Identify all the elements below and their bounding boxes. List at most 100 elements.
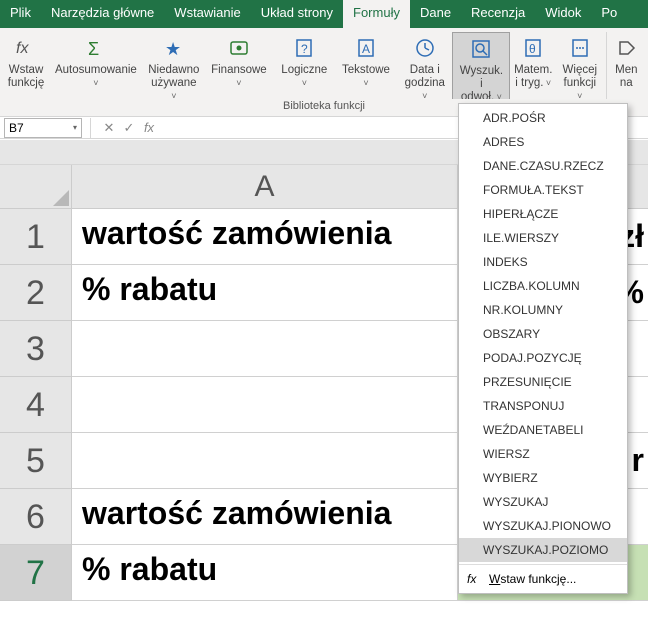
lookup-ref-button[interactable]: Wyszuk. i odwoł.: [452, 32, 510, 106]
dropdown-item[interactable]: WYBIERZ: [459, 466, 627, 490]
recent-button[interactable]: ★ Niedawno używane: [144, 32, 204, 104]
tab-wstawianie[interactable]: Wstawianie: [164, 0, 250, 28]
cell-A4[interactable]: [72, 377, 458, 433]
svg-text:Σ: Σ: [88, 39, 99, 58]
cell-A6[interactable]: wartość zamówienia: [72, 489, 458, 545]
label: używane: [148, 77, 200, 103]
label: Finansowe: [208, 64, 270, 90]
dropdown-item[interactable]: PODAJ.POZYCJĘ: [459, 346, 627, 370]
cell-A3[interactable]: [72, 321, 458, 377]
label: Logiczne: [278, 64, 331, 90]
tab-po[interactable]: Po: [591, 0, 627, 28]
text-icon: A: [352, 34, 380, 62]
tab-widok[interactable]: Widok: [535, 0, 591, 28]
label: Matem.: [514, 64, 552, 77]
label: [364, 90, 367, 103]
tab-formuly[interactable]: Formuły: [343, 0, 410, 28]
dropdown-item[interactable]: ADRES: [459, 130, 627, 154]
label: [237, 90, 240, 103]
clock-icon: [411, 34, 439, 62]
svg-text:fx: fx: [16, 40, 29, 57]
label: Wstaw: [9, 64, 44, 77]
financial-icon: [225, 34, 253, 62]
fx-button[interactable]: fx: [139, 120, 159, 135]
dropdown-item[interactable]: OBSZARY: [459, 322, 627, 346]
label: Więcej: [563, 64, 598, 77]
financial-button[interactable]: Finansowe: [204, 32, 274, 104]
select-all-corner[interactable]: [0, 165, 72, 209]
tab-narzedzia[interactable]: Narzędzia główne: [41, 0, 164, 28]
label: Men: [615, 64, 637, 77]
label: Niedawno: [148, 64, 199, 77]
dropdown-item[interactable]: ADR.POŚR: [459, 106, 627, 130]
more-icon: [566, 34, 594, 62]
dropdown-separator: [459, 564, 627, 565]
label: Wyszuk. i: [457, 65, 505, 91]
dropdown-item[interactable]: DANE.CZASU.RZECZ: [459, 154, 627, 178]
name-manager-button[interactable]: Men na: [609, 32, 644, 90]
tab-plik[interactable]: Plik: [0, 0, 41, 28]
dropdown-item[interactable]: FORMUŁA.TEKST: [459, 178, 627, 202]
cell-A5[interactable]: [72, 433, 458, 489]
insert-function-menu-item[interactable]: fx Wstaw funkcję...: [459, 567, 627, 591]
label: Data i: [410, 64, 440, 77]
dropdown-item[interactable]: HIPERŁĄCZE: [459, 202, 627, 226]
row-header-5[interactable]: 5: [0, 433, 72, 489]
row-header-6[interactable]: 6: [0, 489, 72, 545]
search-icon: [467, 35, 495, 63]
dropdown-item[interactable]: NR.KOLUMNY: [459, 298, 627, 322]
tab-recenzja[interactable]: Recenzja: [461, 0, 535, 28]
fx-icon: fx: [467, 572, 483, 586]
svg-text:★: ★: [165, 39, 181, 58]
text-button[interactable]: A Tekstowe: [335, 32, 398, 104]
corner-triangle-icon: [53, 190, 69, 206]
dropdown-item[interactable]: WYSZUKAJ: [459, 490, 627, 514]
ribbon: fx Wstaw funkcję Σ Autosumowanie ★ Nieda…: [0, 28, 648, 104]
accept-formula-button[interactable]: ✓: [119, 120, 139, 136]
svg-text:θ: θ: [529, 42, 536, 56]
autosum-button[interactable]: Σ Autosumowanie: [48, 32, 144, 104]
logical-button[interactable]: ? Logiczne: [274, 32, 335, 104]
cancel-formula-button[interactable]: ✕: [99, 120, 119, 136]
label: i tryg.: [515, 77, 551, 90]
cell-A7[interactable]: % rabatu: [72, 545, 458, 601]
label: funkcji: [560, 77, 600, 103]
dropdown-item[interactable]: TRANSPONUJ: [459, 394, 627, 418]
cell-A1[interactable]: wartość zamówienia: [72, 209, 458, 265]
cell-A2[interactable]: % rabatu: [72, 265, 458, 321]
insert-function-button[interactable]: fx Wstaw funkcję: [4, 32, 48, 90]
dropdown-item[interactable]: WEŹDANETABELI: [459, 418, 627, 442]
svg-text:?: ?: [301, 42, 308, 56]
dropdown-item[interactable]: PRZESUNIĘCIE: [459, 370, 627, 394]
more-functions-button[interactable]: Więcej funkcji: [556, 32, 604, 104]
label: [303, 90, 306, 103]
dropdown-item[interactable]: LICZBA.KOLUMN: [459, 274, 627, 298]
label: funkcję: [8, 77, 44, 90]
row-header-7[interactable]: 7: [0, 545, 72, 601]
insert-function-label: Wstaw funkcję...: [489, 572, 576, 586]
label: godzina: [401, 77, 448, 103]
tab-dane[interactable]: Dane: [410, 0, 461, 28]
svg-text:A: A: [362, 42, 370, 56]
column-header-A[interactable]: A: [72, 165, 458, 209]
name-box[interactable]: B7: [4, 118, 82, 138]
dropdown-item[interactable]: INDEKS: [459, 250, 627, 274]
datetime-button[interactable]: Data i godzina: [397, 32, 452, 104]
dropdown-item[interactable]: WYSZUKAJ.PIONOWO: [459, 514, 627, 538]
row-header-4[interactable]: 4: [0, 377, 72, 433]
row-header-3[interactable]: 3: [0, 321, 72, 377]
tab-uklad[interactable]: Układ strony: [251, 0, 343, 28]
row-header-2[interactable]: 2: [0, 265, 72, 321]
lookup-functions-dropdown: ADR.POŚRADRESDANE.CZASU.RZECZFORMUŁA.TEK…: [458, 103, 628, 594]
star-icon: ★: [160, 34, 188, 62]
sigma-icon: Σ: [82, 34, 110, 62]
dropdown-item[interactable]: WYSZUKAJ.POZIOMO: [459, 538, 627, 562]
dropdown-item[interactable]: ILE.WIERSZY: [459, 226, 627, 250]
menu-tabs: Plik Narzędzia główne Wstawianie Układ s…: [0, 0, 648, 28]
label: [94, 90, 97, 103]
theta-icon: θ: [519, 34, 547, 62]
math-trig-button[interactable]: θ Matem. i tryg.: [510, 32, 556, 90]
dropdown-item[interactable]: WIERSZ: [459, 442, 627, 466]
label: na: [620, 77, 633, 90]
row-header-1[interactable]: 1: [0, 209, 72, 265]
